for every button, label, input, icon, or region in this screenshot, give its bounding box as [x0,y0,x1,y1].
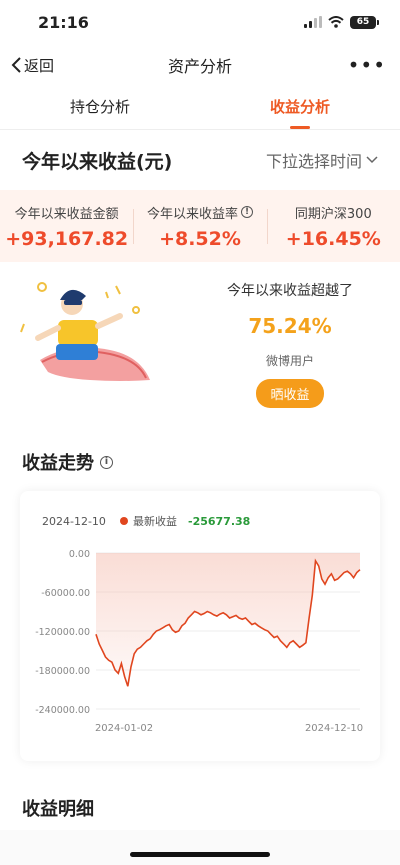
info-icon[interactable]: ! [241,206,253,218]
chevron-left-icon [11,57,21,73]
stat-value: +8.52% [159,227,241,250]
wifi-icon [328,16,344,28]
beat-info: 今年以来收益超越了 75.24% 微博用户 晒收益 [180,262,400,417]
y-tick-label: 0.00 [69,549,90,560]
y-tick-label: -240000.00 [35,705,90,716]
share-profit-button[interactable]: 晒收益 [256,379,324,408]
x-tick-label: 2024-12-10 [305,723,363,734]
chart-svg: 2024-12-10 最新收益 -25677.38 0.00 -60000.00 -… [35,514,363,734]
signal-icon [304,16,322,28]
info-icon[interactable]: i [100,455,113,469]
stat-value: +16.45% [285,227,381,250]
x-tick-label: 2024-01-02 [95,723,153,734]
beat-percentage: 75.24% [248,314,332,338]
detail-title: 收益明细 [22,799,94,820]
y-tick-label: -180000.00 [35,666,90,677]
stat-label: 今年以来收益金额 [14,206,119,222]
trend-title: 收益走势 [22,453,94,474]
period-dropdown[interactable]: 下拉选择时间 [266,148,378,172]
stat-csi300: 同期沪深300 +16.45% [266,203,400,250]
status-bar: 21:16 65 [0,0,400,44]
tab-bar: 持仓分析 收益分析 [0,86,400,130]
legend-label: 最新收益 [133,514,177,528]
legend-date: 2024-12-10 [42,515,106,528]
y-tick-label: -120000.00 [35,627,90,638]
period-row: 今年以来收益(元) 下拉选择时间 [0,130,400,190]
stat-ytd-rate: 今年以来收益率 ! +8.52% [133,203,266,250]
user-name: 微博用户 [265,354,314,368]
battery-icon: 65 [350,15,379,29]
back-label: 返回 [24,56,55,75]
y-tick-label: -60000.00 [41,588,90,599]
period-dropdown-label: 下拉选择时间 [265,152,362,171]
period-title: 今年以来收益(元) [22,150,173,173]
stats-panel: 今年以来收益金额 +93,167.82 今年以来收益率 ! +8.52% 同期沪… [0,190,400,262]
back-button[interactable]: 返回 [10,55,54,76]
profit-trend-chart: 2024-12-10 最新收益 -25677.38 0.00 -60000.00 -… [20,491,380,761]
beat-label: 今年以来收益超越了 [227,283,353,299]
more-button[interactable]: ••• [348,53,386,77]
beat-section: 今年以来收益超越了 75.24% 微博用户 晒收益 [0,262,400,417]
stat-label: 同期沪深300 [294,206,372,222]
legend-marker [120,517,128,525]
stat-value: +93,167.82 [5,227,129,250]
legend-value: -25677.38 [188,515,250,528]
status-icons: 65 [304,15,379,29]
stat-label: 今年以来收益率 [146,206,238,222]
tab-holdings-analysis[interactable]: 持仓分析 [0,86,200,129]
detail-section-header: 收益明细 [0,793,400,823]
home-indicator [130,852,270,857]
page-title: 资产分析 [167,57,232,76]
surfing-illustration [0,262,180,417]
trend-section-header: 收益走势 i [0,447,400,477]
tab-profit-analysis[interactable]: 收益分析 [200,86,400,129]
stat-ytd-amount: 今年以来收益金额 +93,167.82 [0,203,133,250]
status-time: 21:16 [38,12,89,32]
chevron-down-icon [366,156,378,164]
bottom-area [0,830,400,865]
nav-bar: 返回 资产分析 ••• [0,44,400,86]
